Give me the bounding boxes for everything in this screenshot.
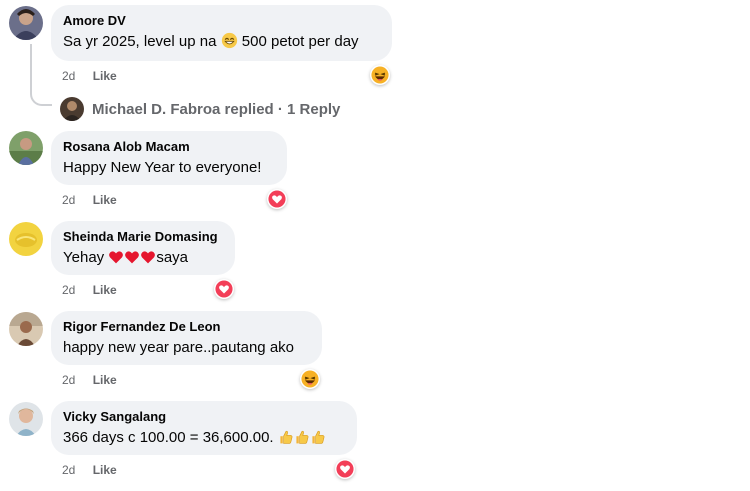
- comment-text: Yehay saya: [63, 247, 223, 271]
- comment-meta: 2d Like: [62, 68, 117, 84]
- comment-author[interactable]: Sheinda Marie Domasing: [63, 228, 223, 245]
- haha-reaction-icon[interactable]: [370, 65, 390, 85]
- comment-time[interactable]: 2d: [62, 282, 75, 298]
- love-reaction-icon[interactable]: [335, 459, 355, 479]
- comment-text-part: 500 petot per day: [237, 33, 359, 50]
- avatar[interactable]: [9, 222, 43, 256]
- comment-text: 366 days c 100.00 = 36,600.00.: [63, 427, 345, 451]
- thread-connector: [30, 44, 52, 106]
- comment-meta: 2d Like: [62, 192, 117, 208]
- like-button[interactable]: Like: [93, 282, 117, 298]
- comment-text: Sa yr 2025, level up na 500 petot per da…: [63, 31, 380, 55]
- replies-label[interactable]: Michael D. Fabroa replied · 1 Reply: [92, 101, 340, 118]
- comment-meta: 2d Like: [62, 282, 117, 298]
- avatar[interactable]: [9, 402, 43, 436]
- thumbs-up-emoji-icon: [294, 429, 310, 451]
- comment-meta: 2d Like: [62, 462, 117, 478]
- avatar[interactable]: [9, 312, 43, 346]
- comment-bubble: Rosana Alob Macam Happy New Year to ever…: [51, 131, 287, 185]
- comment-text: Happy New Year to everyone!: [63, 159, 262, 176]
- comment-time[interactable]: 2d: [62, 192, 75, 208]
- love-reaction-icon[interactable]: [214, 279, 234, 299]
- avatar: [60, 97, 84, 121]
- comment-time[interactable]: 2d: [62, 68, 75, 84]
- grin-emoji-icon: [221, 32, 238, 55]
- thumbs-up-emoji-icon: [278, 429, 294, 451]
- avatar[interactable]: [9, 6, 43, 40]
- comment-bubble: Sheinda Marie Domasing Yehay saya: [51, 221, 235, 275]
- comment-text-part: Sa yr 2025, level up na: [63, 33, 221, 50]
- thumbs-up-emoji-icon: [310, 429, 326, 451]
- comment-meta: 2d Like: [62, 372, 117, 388]
- love-reaction-icon[interactable]: [267, 189, 287, 209]
- comment-bubble: Vicky Sangalang 366 days c 100.00 = 36,6…: [51, 401, 357, 455]
- comment-author[interactable]: Rosana Alob Macam: [63, 138, 275, 155]
- avatar[interactable]: [9, 131, 43, 165]
- heart-emoji-icon: [140, 249, 156, 271]
- heart-emoji-icon: [108, 249, 124, 271]
- comment-time[interactable]: 2d: [62, 372, 75, 388]
- comment-author[interactable]: Rigor Fernandez De Leon: [63, 318, 310, 335]
- comment-author[interactable]: Vicky Sangalang: [63, 408, 345, 425]
- comment-text-part: 366 days c 100.00 = 36,600.00.: [63, 429, 278, 446]
- haha-reaction-icon[interactable]: [300, 369, 320, 389]
- like-button[interactable]: Like: [93, 192, 117, 208]
- comment-text-part: saya: [156, 249, 189, 266]
- like-button[interactable]: Like: [93, 462, 117, 478]
- replies-link[interactable]: Michael D. Fabroa replied · 1 Reply: [60, 96, 340, 122]
- comment-author[interactable]: Amore DV: [63, 12, 380, 29]
- comment-bubble: Rigor Fernandez De Leon happy new year p…: [51, 311, 322, 365]
- comment-text-part: Yehay: [63, 249, 109, 266]
- heart-emoji-icon: [124, 249, 140, 271]
- comment-text: happy new year pare..pautang ako: [63, 339, 294, 356]
- like-button[interactable]: Like: [93, 372, 117, 388]
- comment-bubble: Amore DV Sa yr 2025, level up na 500 pet…: [51, 5, 392, 61]
- comment-time[interactable]: 2d: [62, 462, 75, 478]
- like-button[interactable]: Like: [93, 68, 117, 84]
